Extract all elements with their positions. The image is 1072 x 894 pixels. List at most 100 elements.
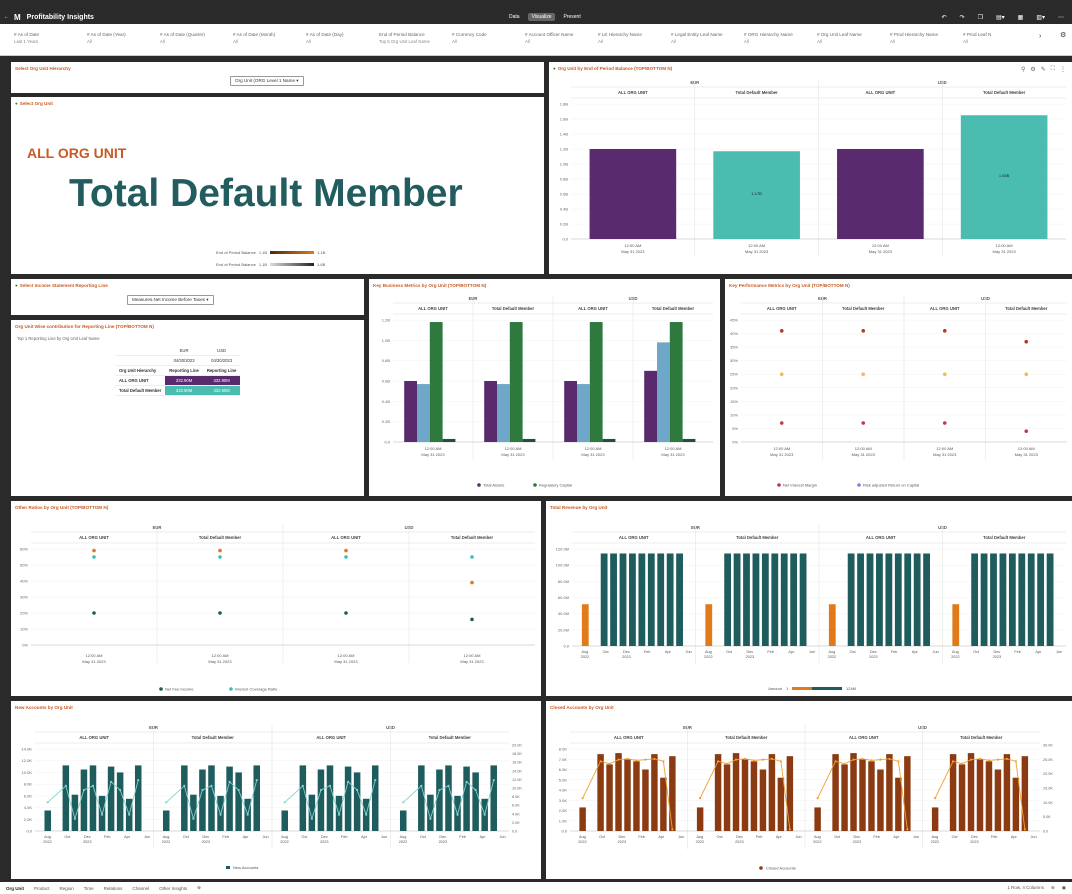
data-point — [861, 372, 866, 377]
fit-icon[interactable]: ▣ — [1062, 885, 1066, 891]
x-tick-label: May 31 2023 — [661, 452, 685, 457]
add-tab-icon[interactable]: ⊕ — [197, 885, 201, 891]
legend-label: Net Fee Income — [165, 687, 194, 692]
x-tick-label: 2022 — [280, 840, 288, 844]
filter-control[interactable]: # ORG Hierarchy Name All — [744, 32, 793, 46]
org-hierarchy-select[interactable]: Org Unit (ORG Level 1 Name ▾ — [230, 76, 304, 86]
x-tick-label: Feb — [891, 650, 898, 654]
filter-label: # As of Date (Day) — [306, 32, 344, 37]
table-cell[interactable]: 332.90M — [202, 385, 241, 396]
filter-control[interactable]: # As of Date (Quarter) All — [160, 32, 205, 46]
key-business-title: Key Business Metrics by Org Unit (TOP/BO… — [373, 283, 487, 288]
filter-control[interactable]: # Legal Entity Leaf Name All — [671, 32, 723, 46]
y-tick-label: 1.0B — [382, 338, 391, 343]
redo-icon[interactable]: ↷ — [960, 14, 965, 21]
filter-control[interactable]: # LE Hierarchy Name All — [598, 32, 642, 46]
x-tick-label: Jun — [144, 835, 150, 839]
x-tick-label: Jun — [1031, 835, 1037, 839]
x-tick-label: Aug — [952, 650, 959, 654]
canvas-tab[interactable]: Region — [60, 886, 74, 891]
column-header: Total Default Member — [451, 535, 494, 540]
canvas-tab[interactable]: Channel — [132, 886, 149, 891]
y-tick-label: 5% — [732, 426, 738, 431]
filter-value: Last 1 Years — [14, 38, 39, 44]
filter-control[interactable]: # As of Date (Year) All — [87, 32, 126, 46]
bar — [651, 754, 658, 831]
canvas-tab[interactable]: Relations — [104, 886, 123, 891]
data-label: 1.17B — [751, 191, 762, 196]
save-icon[interactable]: ▤▾ — [996, 14, 1005, 21]
layout-info[interactable]: 1 Row, 4 Columns — [1007, 885, 1044, 891]
canvas-tab[interactable]: Other Insights — [159, 886, 187, 891]
table-row[interactable]: ALL ORG UNIT 332.90M 332.90M — [115, 375, 241, 386]
trend-point — [888, 757, 891, 760]
canvas-tab[interactable]: Time — [84, 886, 94, 891]
canvas-tab[interactable]: Product — [34, 886, 50, 891]
canvas-tab[interactable]: Org Unit — [6, 886, 24, 891]
bar — [799, 553, 807, 646]
filter-label: # As of Date — [14, 32, 40, 37]
x-tick-label: 12:00 AM — [748, 243, 765, 248]
menu-icon[interactable]: ⋯ — [1058, 14, 1064, 21]
column-header: Total Default Member — [960, 735, 1003, 740]
y-tick-label: 80.0M — [558, 579, 569, 584]
filter-control[interactable]: # As of Date (Day) All — [306, 32, 344, 46]
y-tick-label: 6.0K — [559, 767, 568, 772]
bar — [44, 810, 51, 831]
reporting-line-select[interactable]: Measures.Net Income Before Taxes ▾ — [127, 295, 214, 305]
eop-chart: EUR USDALL ORG UNIT Total Default Member AL… — [560, 80, 1066, 257]
filter-control[interactable]: # Prod Leaf N All — [963, 32, 991, 46]
mode-data-tab[interactable]: Data — [505, 13, 524, 21]
bar — [638, 553, 646, 646]
data-point — [92, 548, 96, 553]
table-row[interactable]: Total Default Member 332.90M 332.90M — [115, 385, 241, 396]
expand-icon[interactable]: ⛶ — [1051, 66, 1055, 73]
filter-settings-icon[interactable]: ⚙ — [1060, 31, 1066, 39]
mode-present-tab[interactable]: Present — [559, 13, 584, 21]
settings-icon[interactable]: ⚙ — [1030, 66, 1035, 73]
column-header: ALL ORG UNIT — [79, 535, 109, 540]
export-icon[interactable]: ▥▾ — [1036, 14, 1045, 21]
filter-control[interactable]: # Account Officer Name All — [525, 32, 573, 46]
y-tick-label: 12.0K — [22, 758, 33, 763]
bar — [577, 384, 590, 442]
undo-icon[interactable]: ↶ — [942, 14, 947, 21]
bar — [602, 438, 616, 442]
table-cell[interactable]: 332.90M — [165, 385, 203, 396]
mode-visualize-tab[interactable]: Visualize — [527, 13, 556, 21]
filter-control[interactable]: # As of Date Last 1 Years — [14, 32, 39, 46]
filter-control[interactable]: # Currency Code All — [452, 32, 487, 46]
x-tick-label: Oct — [850, 650, 857, 654]
bookmark-icon[interactable]: ❐ — [978, 14, 983, 21]
x-tick-label: Oct — [726, 650, 733, 654]
filter-more-icon[interactable]: › — [1035, 32, 1046, 41]
back-icon[interactable]: ← — [4, 14, 9, 20]
y-tick-label: 10% — [730, 412, 738, 417]
bar — [353, 772, 361, 831]
edit-icon[interactable]: ✎ — [1041, 66, 1046, 73]
filter-control[interactable]: # As of Date (Month) All — [233, 32, 275, 46]
org-member-label[interactable]: Total Default Member — [69, 172, 463, 216]
filter-control[interactable]: End of Period Balance Top 5 Org Unit Leaf… — [379, 32, 430, 46]
filter-icon[interactable]: ⚲ — [1021, 66, 1025, 73]
x-tick-label: Apr — [1035, 650, 1042, 654]
table-cell[interactable]: 332.90M — [202, 375, 241, 386]
more-icon[interactable]: ⋮ — [1060, 66, 1066, 73]
column-header: ALL ORG UNIT — [578, 306, 608, 311]
key-business-panel: Key Business Metrics by Org Unit (TOP/BO… — [369, 279, 720, 496]
legend-min: 1.1B — [258, 250, 268, 255]
filter-control[interactable]: # Org Unit Leaf Name All — [817, 32, 862, 46]
x-tick-label: May 31 2023 — [421, 452, 445, 457]
y-tick-label: 0% — [732, 440, 738, 445]
x-tick-label: Feb — [991, 835, 998, 839]
grid-icon[interactable]: ▦ — [1018, 14, 1024, 21]
filter-value: All — [744, 38, 749, 44]
bar — [226, 766, 233, 831]
zoom-icon[interactable]: ⊕ — [1051, 885, 1055, 891]
table-cell[interactable]: 332.90M — [165, 375, 203, 386]
filter-control[interactable]: # Prod Hierarchy Name All — [890, 32, 938, 46]
eop-chart-panel: ● Org Unit by End of Period Balance (TOP/… — [549, 62, 1072, 274]
org-parent-label[interactable]: ALL ORG UNIT — [27, 145, 126, 161]
data-point — [861, 329, 866, 333]
bar — [904, 553, 912, 646]
